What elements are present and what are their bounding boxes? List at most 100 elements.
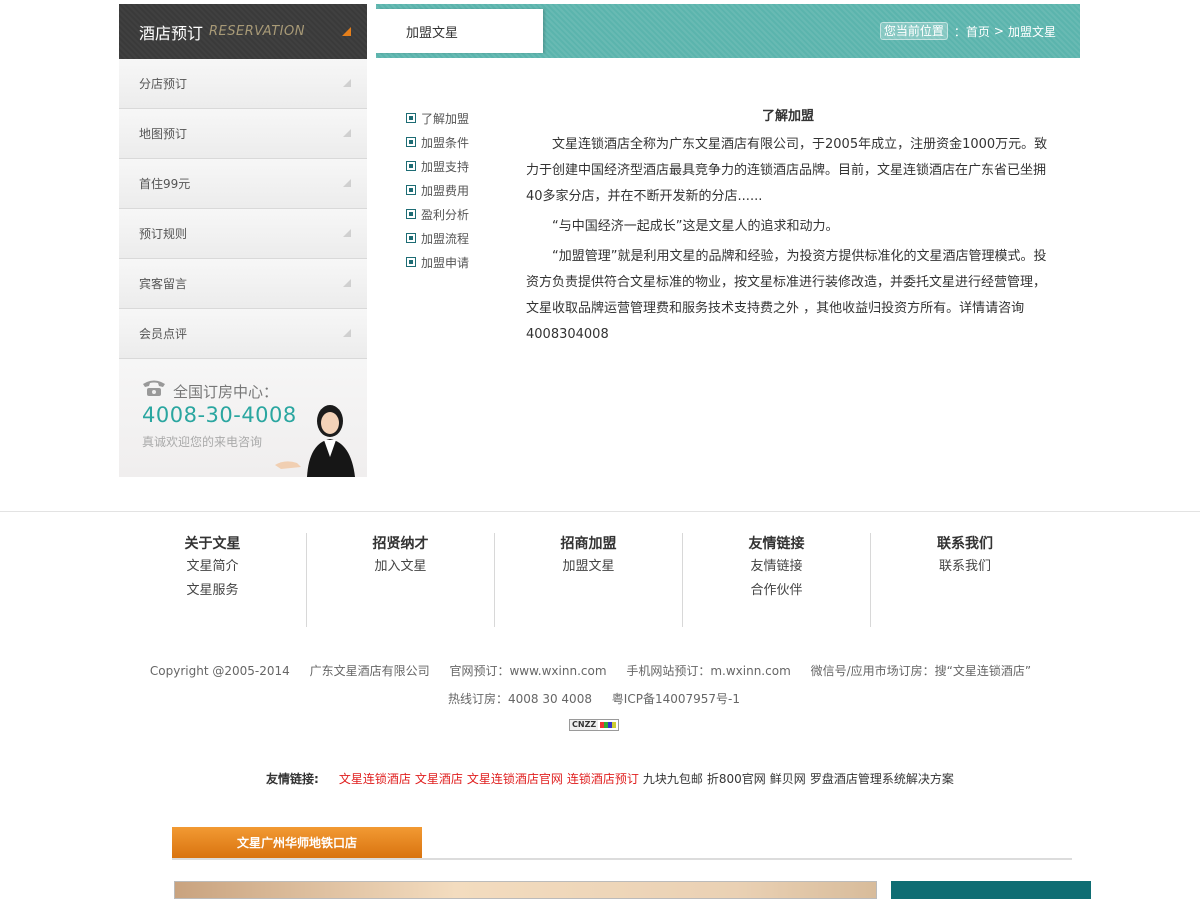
store-tab-underline [172,858,1072,860]
footer-link[interactable]: 联系我们 [871,555,1059,579]
sidebar-header: 酒店预订 RESERVATION [119,4,367,59]
square-bullet-icon [406,233,416,243]
sidebar-item-label: 宾客留言 [139,277,188,291]
copyright-text: Copyright @2005-2014 [149,664,290,678]
friend-link[interactable]: 文星连锁酒店 [339,770,411,787]
friend-link[interactable]: 罗盘酒店管理系统解决方案 [810,770,954,787]
corner-triangle-icon [343,79,351,87]
footer-column-franchise: 招商加盟 加盟文星 [495,533,683,627]
store-tab-label: 文星广州华师地铁口店 [236,836,357,850]
hotline-icp-line: 热线订房：4008 30 4008 粤ICP备14007957号-1 [0,690,1188,707]
square-bullet-icon [406,209,416,219]
cnzz-bar-icon [600,722,616,728]
sidebar-item-label: 分店预订 [139,77,188,91]
submenu-label: 加盟流程 [421,231,470,246]
submenu-label: 加盟费用 [421,183,470,198]
submenu-item-profit-analysis[interactable]: 盈利分析 [406,202,469,226]
corner-triangle-icon [343,179,351,187]
friend-link[interactable]: 折800官网 [707,770,766,787]
cnzz-label: CNZZ [570,720,599,730]
website-booking[interactable]: 官网预订：www.wxinn.com [449,664,606,678]
submenu-item-support[interactable]: 加盟支持 [406,154,469,178]
breadcrumb-current[interactable]: 加盟文星 [1008,23,1056,40]
square-bullet-icon [406,137,416,147]
sidebar-item-label: 会员点评 [139,327,188,341]
hotline-box: 全国订房中心： 4008-30-4008 真诚欢迎您的来电咨询 [119,359,367,477]
sidebar-item-label: 地图预订 [139,127,188,141]
store-tab[interactable]: 文星广州华师地铁口店 [172,827,422,858]
footer-link[interactable]: 友情链接 [683,555,870,579]
footer-column-head: 关于文星 [184,536,241,552]
sidebar-item-map-booking[interactable]: 地图预订 [119,109,367,159]
friend-link[interactable]: 鲜贝网 [770,770,806,787]
footer-column-head: 招商加盟 [560,536,617,552]
wechat-booking: 微信号/应用市场订房：搜“文星连锁酒店” [810,664,1032,678]
square-bullet-icon [406,257,416,267]
breadcrumb-home[interactable]: ：首页 [954,23,990,40]
sidebar-item-guest-messages[interactable]: 宾客留言 [119,259,367,309]
footer-column-careers: 招贤纳才 加入文星 [307,533,495,627]
footer-link[interactable]: 加盟文星 [495,555,682,579]
corner-triangle-icon [343,279,351,287]
breadcrumb-separator: > [993,24,1004,38]
footer-columns: 关于文星 文星简介 文星服务 招贤纳才 加入文星 招商加盟 加盟文星 友情链接 … [119,533,1059,627]
footer-link[interactable]: 合作伙伴 [683,579,870,603]
corner-triangle-icon [343,229,351,237]
submenu-item-application[interactable]: 加盟申请 [406,250,469,274]
footer-link[interactable]: 文星服务 [119,579,306,603]
cnzz-stats-badge[interactable]: CNZZ [569,719,619,731]
breadcrumb-prefix: 您当前位置 [879,22,948,40]
submenu-label: 了解加盟 [421,111,470,126]
sidebar-title: 酒店预订 [139,23,204,43]
friend-link[interactable]: 文星酒店 [415,770,463,787]
hotline-welcome: 真诚欢迎您的来电咨询 [142,435,263,449]
square-bullet-icon [406,161,416,171]
submenu-label: 加盟支持 [421,159,470,174]
icp-number[interactable]: 粤ICP备14007957号-1 [612,692,740,706]
company-name: 广东文星酒店有限公司 [309,664,430,678]
sidebar: 酒店预订 RESERVATION 分店预订 地图预订 首住99元 预订规则 宾客… [119,4,367,477]
submenu-item-conditions[interactable]: 加盟条件 [406,130,469,154]
tab-join-wenxing[interactable]: 加盟文星 [376,9,543,53]
telephone-icon [143,380,165,396]
submenu-item-about-joining[interactable]: 了解加盟 [406,106,469,130]
footer-divider [0,511,1200,512]
sidebar-item-label: 预订规则 [139,227,188,241]
breadcrumb: 您当前位置 ：首页 > 加盟文星 [879,22,1060,40]
sidebar-item-member-reviews[interactable]: 会员点评 [119,309,367,359]
footer-column-head: 友情链接 [748,536,805,552]
content-header: 加盟文星 您当前位置 ：首页 > 加盟文星 [376,4,1080,58]
sidebar-item-branch-booking[interactable]: 分店预订 [119,59,367,109]
corner-triangle-icon [342,27,351,36]
copyright-line: Copyright @2005-2014 广东文星酒店有限公司 官网预订：www… [0,662,1181,679]
article-paragraph: “加盟管理”就是利用文星的品牌和经验，为投资方提供标准化的文星酒店管理模式。投资… [526,249,1047,342]
article-paragraph: 文星连锁酒店全称为广东文星酒店有限公司，于2005年成立，注册资金1000万元。… [526,137,1048,204]
footer-column-head: 联系我们 [937,536,993,552]
submenu-item-process[interactable]: 加盟流程 [406,226,469,250]
friend-link[interactable]: 文星连锁酒店官网 [467,770,563,787]
sidebar-item-booking-rules[interactable]: 预订规则 [119,209,367,259]
sidebar-item-first-stay[interactable]: 首住99元 [119,159,367,209]
join-submenu: 了解加盟 加盟条件 加盟支持 加盟费用 盈利分析 加盟流程 加盟申请 [406,106,469,274]
article-title: 了解加盟 [761,109,814,124]
friend-link[interactable]: 连锁酒店预订 [567,770,639,787]
receptionist-image [275,405,355,477]
submenu-label: 盈利分析 [421,207,470,222]
footer-hotline: 热线订房：4008 30 4008 [447,692,592,706]
sidebar-subtitle: RESERVATION [209,24,305,39]
square-bullet-icon [406,113,416,123]
submenu-item-fees[interactable]: 加盟费用 [406,178,469,202]
friend-links-label: 友情链接: [266,772,319,786]
footer-link[interactable]: 文星简介 [119,555,306,579]
article: 了解加盟 文星连锁酒店全称为广东文星酒店有限公司，于2005年成立，注册资金10… [526,104,1050,352]
mobile-booking[interactable]: 手机网站预订：m.wxinn.com [626,664,790,678]
footer-column-head: 招贤纳才 [372,536,429,552]
corner-triangle-icon [343,129,351,137]
friend-link[interactable]: 九块九包邮 [643,770,703,787]
article-paragraph: “与中国经济一起成长”这是文星人的追求和动力。 [552,219,839,234]
footer-link[interactable]: 加入文星 [307,555,494,579]
store-info-panel [891,881,1091,899]
footer-column-friend-links: 友情链接 友情链接 合作伙伴 [683,533,871,627]
footer-column-about: 关于文星 文星简介 文星服务 [119,533,307,627]
store-photo [174,881,877,899]
